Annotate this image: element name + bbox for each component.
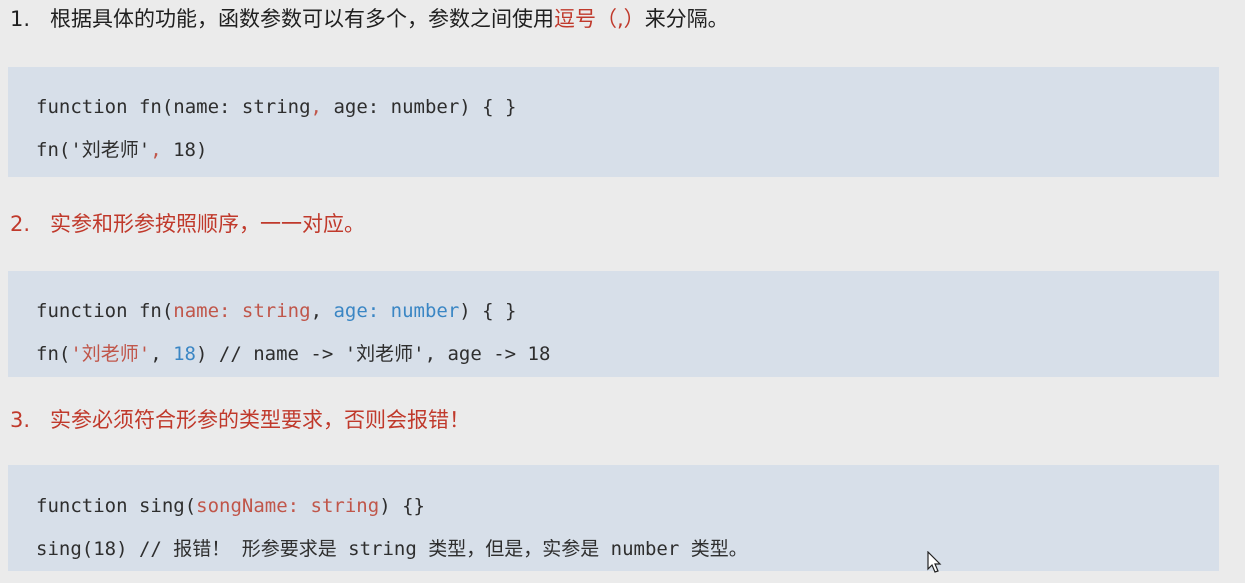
code-token-comma: , xyxy=(150,139,162,161)
list-item-2: 2. 实参和形参按照顺序，一一对应。 xyxy=(10,209,365,239)
code-token: ) { } xyxy=(459,300,517,322)
code-token: fn('刘老师' xyxy=(36,139,151,161)
item-text: 根据具体的功能，函数参数可以有多个，参数之间使用 xyxy=(50,7,554,31)
list-item-3: 3. 实参必须符合形参的类型要求，否则会报错！ xyxy=(10,405,470,435)
code-token: function sing( xyxy=(36,495,197,517)
code-block-2: function fn(name: string, age: number) {… xyxy=(8,271,1219,377)
code-token: function fn(name: string xyxy=(36,96,311,118)
code-line: function fn(name: string, age: number) {… xyxy=(36,94,516,120)
mouse-pointer-icon xyxy=(927,551,942,573)
code-line: function fn(name: string, age: number) {… xyxy=(36,298,517,324)
code-token-param: name: string xyxy=(173,300,311,322)
item-text: 实参必须符合形参的类型要求，否则会报错！ xyxy=(50,408,470,432)
code-token: sing(18) // 报错！ 形参要求是 string 类型，但是，实参是 n… xyxy=(36,538,748,560)
item-highlight: 逗号（,） xyxy=(554,7,645,31)
code-token: function fn( xyxy=(36,300,174,322)
code-line: sing(18) // 报错！ 形参要求是 string 类型，但是，实参是 n… xyxy=(36,536,748,562)
item-number: 2. xyxy=(10,212,31,236)
code-token: fn( xyxy=(36,343,71,365)
list-item-1: 1. 根据具体的功能，函数参数可以有多个，参数之间使用逗号（,）来分隔。 xyxy=(10,4,729,34)
code-token: , xyxy=(310,300,334,322)
item-text: 实参和形参按照顺序，一一对应。 xyxy=(50,212,365,236)
code-token: age: number) { } xyxy=(322,96,517,118)
code-token: , xyxy=(150,343,174,365)
code-line: fn('刘老师', 18) xyxy=(36,137,207,163)
code-block-3: function sing(songName: string) {} sing(… xyxy=(8,465,1219,571)
code-block-1: function fn(name: string, age: number) {… xyxy=(8,67,1219,177)
item-number: 1. xyxy=(10,7,31,31)
item-number: 3. xyxy=(10,408,31,432)
code-token: 18) xyxy=(161,139,208,161)
code-token-param: songName: string xyxy=(196,495,380,517)
code-token-param: age: number xyxy=(333,300,460,322)
code-token-arg: 18 xyxy=(173,343,196,365)
item-text-tail: 来分隔。 xyxy=(644,7,729,31)
code-token-arg: '刘老师' xyxy=(70,343,151,365)
code-token-comma: , xyxy=(310,96,322,118)
code-line: function sing(songName: string) {} xyxy=(36,493,425,519)
code-line: fn('刘老师', 18) // name -> '刘老师', age -> 1… xyxy=(36,341,550,367)
code-token: ) // name -> '刘老师', age -> 18 xyxy=(196,343,551,365)
code-token: ) {} xyxy=(379,495,425,517)
